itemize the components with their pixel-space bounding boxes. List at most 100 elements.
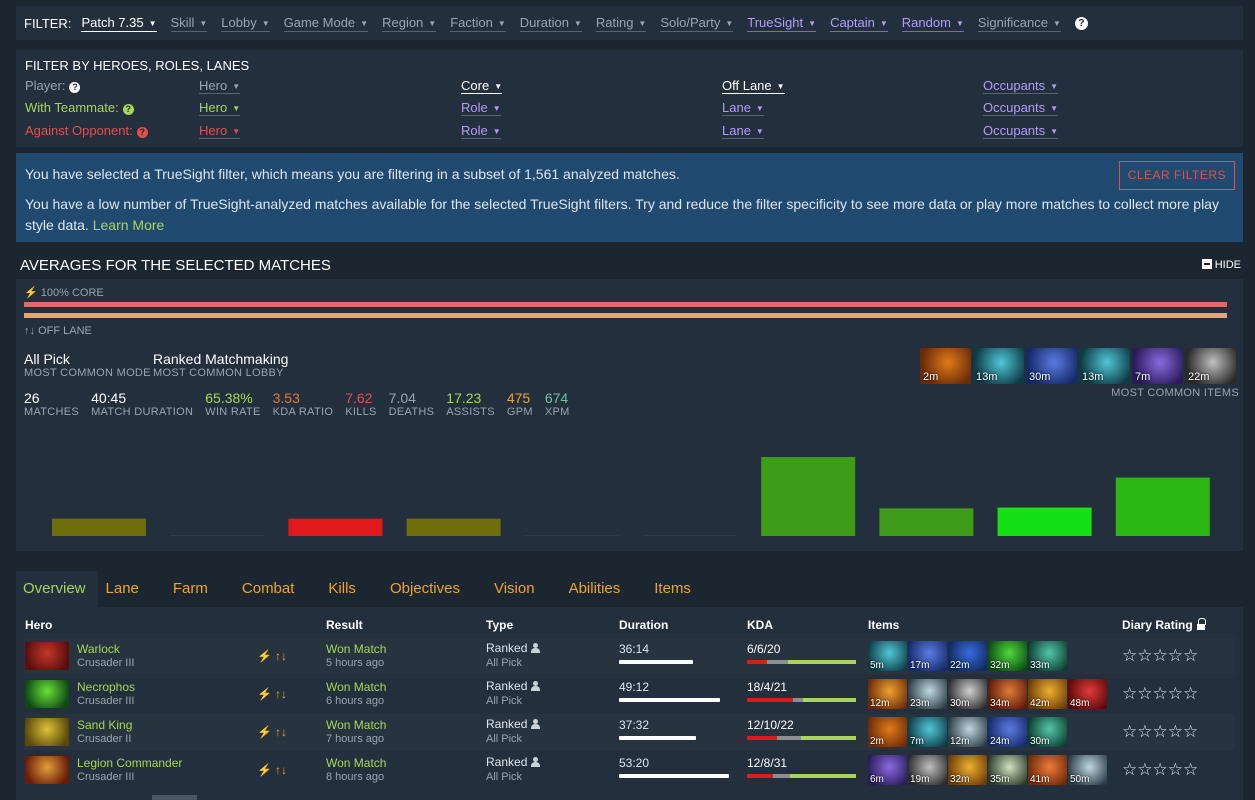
item-icon[interactable]: 12m bbox=[868, 679, 907, 709]
hero-filter-select[interactable]: Hero ▼ bbox=[199, 123, 241, 139]
header-type[interactable]: Type bbox=[486, 618, 513, 632]
item-icon[interactable]: 5m bbox=[868, 641, 907, 671]
tab-combat[interactable]: Combat bbox=[242, 571, 310, 607]
item-icon[interactable]: 34m bbox=[988, 679, 1027, 709]
hero-filter-select[interactable]: Hero ▼ bbox=[199, 78, 241, 94]
item-icon[interactable]: 33m bbox=[1028, 641, 1067, 671]
hero-filter-select[interactable]: Role ▼ bbox=[461, 123, 501, 139]
hero-filter-select[interactable]: Occupants ▼ bbox=[983, 78, 1059, 94]
match-result[interactable]: Won Match bbox=[326, 718, 386, 732]
item-time: 41m bbox=[1030, 774, 1050, 785]
diary-rating-stars[interactable]: ☆☆☆☆☆ bbox=[1122, 760, 1198, 780]
table-row[interactable]: Legion Commander Crusader III ⚡ ↑↓ Won Match… bbox=[24, 752, 1235, 788]
filter-lobby[interactable]: Lobby ▼ bbox=[221, 15, 270, 32]
blue-staff-item-icon[interactable]: 30m bbox=[1026, 348, 1077, 384]
hero-portrait[interactable] bbox=[25, 756, 69, 784]
item-icon[interactable]: 6m bbox=[868, 755, 907, 785]
tab-items[interactable]: Items bbox=[654, 571, 706, 607]
header-kda[interactable]: KDA bbox=[747, 618, 773, 632]
hero-filter-select[interactable]: Off Lane ▼ bbox=[722, 78, 785, 94]
tab-lane[interactable]: Lane bbox=[106, 571, 154, 607]
diary-rating-stars[interactable]: ☆☆☆☆☆ bbox=[1122, 684, 1198, 704]
filter-duration[interactable]: Duration ▼ bbox=[519, 15, 582, 32]
table-row[interactable]: Warlock Crusader III ⚡ ↑↓ Won Match 5 hours a… bbox=[24, 638, 1235, 674]
help-icon[interactable]: ? bbox=[122, 104, 134, 115]
filter-patch-7-35[interactable]: Patch 7.35 ▼ bbox=[81, 15, 157, 32]
hero-filter-select[interactable]: Lane ▼ bbox=[722, 100, 764, 116]
help-icon[interactable]: ? bbox=[69, 82, 81, 93]
filter-significance[interactable]: Significance ▼ bbox=[977, 15, 1061, 32]
filter-game-mode[interactable]: Game Mode ▼ bbox=[283, 15, 369, 32]
hero-filter-select[interactable]: Core ▼ bbox=[461, 78, 503, 94]
item-icon[interactable]: 17m bbox=[908, 641, 947, 671]
cyan-orb-item-icon[interactable]: 13m bbox=[1079, 348, 1130, 384]
header-diary-rating[interactable]: Diary Rating bbox=[1122, 618, 1206, 632]
filter-random[interactable]: Random ▼ bbox=[901, 15, 964, 32]
hero-filter-select[interactable]: Occupants ▼ bbox=[983, 100, 1059, 116]
item-icon[interactable]: 7m bbox=[908, 717, 947, 747]
hero-name[interactable]: Necrophos bbox=[77, 680, 135, 694]
item-icon[interactable]: 30m bbox=[1028, 717, 1067, 747]
filter-rating[interactable]: Rating ▼ bbox=[595, 15, 647, 32]
table-row[interactable]: Sand King Crusader II ⚡ ↑↓ Won Match 7 hours … bbox=[24, 714, 1235, 750]
header-hero[interactable]: Hero bbox=[25, 618, 52, 632]
item-icon[interactable]: 23m bbox=[908, 679, 947, 709]
item-icon[interactable]: 32m bbox=[948, 755, 987, 785]
hero-portrait[interactable] bbox=[25, 680, 69, 708]
match-result[interactable]: Won Match bbox=[326, 756, 386, 770]
clear-filters-button[interactable]: CLEAR FILTERS bbox=[1118, 161, 1235, 190]
tab-kills[interactable]: Kills bbox=[328, 571, 371, 607]
hero-filter-select[interactable]: Hero ▼ bbox=[199, 100, 241, 116]
header-duration[interactable]: Duration bbox=[619, 618, 668, 632]
filter-faction[interactable]: Faction ▼ bbox=[450, 15, 506, 32]
hero-filter-select[interactable]: Lane ▼ bbox=[722, 123, 764, 139]
item-icon[interactable]: 35m bbox=[988, 755, 1027, 785]
item-icon[interactable]: 41m bbox=[1028, 755, 1067, 785]
item-icon[interactable]: 19m bbox=[908, 755, 947, 785]
table-row[interactable]: Necrophos Crusader III ⚡ ↑↓ Won Match 6 hours… bbox=[24, 676, 1235, 712]
tab-objectives[interactable]: Objectives bbox=[390, 571, 475, 607]
match-result[interactable]: Won Match bbox=[326, 642, 386, 656]
hero-filter-select[interactable]: Occupants ▼ bbox=[983, 123, 1059, 139]
tab-vision[interactable]: Vision bbox=[494, 571, 550, 607]
item-icon[interactable]: 50m bbox=[1068, 755, 1107, 785]
item-icon[interactable]: 30m bbox=[948, 679, 987, 709]
hero-portrait[interactable] bbox=[25, 642, 69, 670]
diary-rating-stars[interactable]: ☆☆☆☆☆ bbox=[1122, 722, 1198, 742]
filter-skill[interactable]: Skill ▼ bbox=[170, 15, 208, 32]
filter-region[interactable]: Region ▼ bbox=[382, 15, 437, 32]
cyan-orb-item-icon[interactable]: 13m bbox=[973, 348, 1024, 384]
item-icon[interactable]: 32m bbox=[988, 641, 1027, 671]
tab-abilities[interactable]: Abilities bbox=[569, 571, 636, 607]
learn-more-link[interactable]: Learn More bbox=[93, 217, 165, 233]
filter-captain[interactable]: Captain ▼ bbox=[830, 15, 888, 32]
hero-portrait[interactable] bbox=[25, 718, 69, 746]
header-result[interactable]: Result bbox=[326, 618, 363, 632]
item-icon[interactable]: 22m bbox=[948, 641, 987, 671]
item-icon[interactable]: 42m bbox=[1028, 679, 1067, 709]
hero-name[interactable]: Sand King bbox=[77, 718, 132, 732]
mushroom-item-icon[interactable]: 2m bbox=[920, 348, 971, 384]
item-icon[interactable]: 24m bbox=[988, 717, 1027, 747]
filter-truesight[interactable]: TrueSight ▼ bbox=[747, 15, 817, 32]
tab-farm[interactable]: Farm bbox=[173, 571, 223, 607]
purple-boots-item-icon[interactable]: 7m bbox=[1132, 348, 1183, 384]
item-icon[interactable]: 12m bbox=[948, 717, 987, 747]
match-type-label: Ranked bbox=[486, 641, 528, 655]
hide-button[interactable]: HIDE bbox=[1201, 259, 1241, 271]
help-icon[interactable]: ? bbox=[136, 127, 148, 138]
help-icon[interactable]: ? bbox=[1074, 16, 1088, 30]
hero-name[interactable]: Legion Commander bbox=[77, 756, 182, 770]
header-items[interactable]: Items bbox=[868, 618, 899, 632]
item-icon[interactable]: 48m bbox=[1068, 679, 1107, 709]
horizontal-scrollbar[interactable] bbox=[152, 795, 197, 800]
filter-solo-party[interactable]: Solo/Party ▼ bbox=[660, 15, 734, 32]
match-result[interactable]: Won Match bbox=[326, 680, 386, 694]
core-stat: ⚡ 100% CORE bbox=[24, 286, 104, 299]
tab-overview[interactable]: Overview bbox=[16, 571, 98, 607]
item-icon[interactable]: 2m bbox=[868, 717, 907, 747]
hero-name[interactable]: Warlock bbox=[77, 642, 120, 656]
diary-rating-stars[interactable]: ☆☆☆☆☆ bbox=[1122, 646, 1198, 666]
grey-blade-item-icon[interactable]: 22m bbox=[1185, 348, 1236, 384]
hero-filter-select[interactable]: Role ▼ bbox=[461, 100, 501, 116]
